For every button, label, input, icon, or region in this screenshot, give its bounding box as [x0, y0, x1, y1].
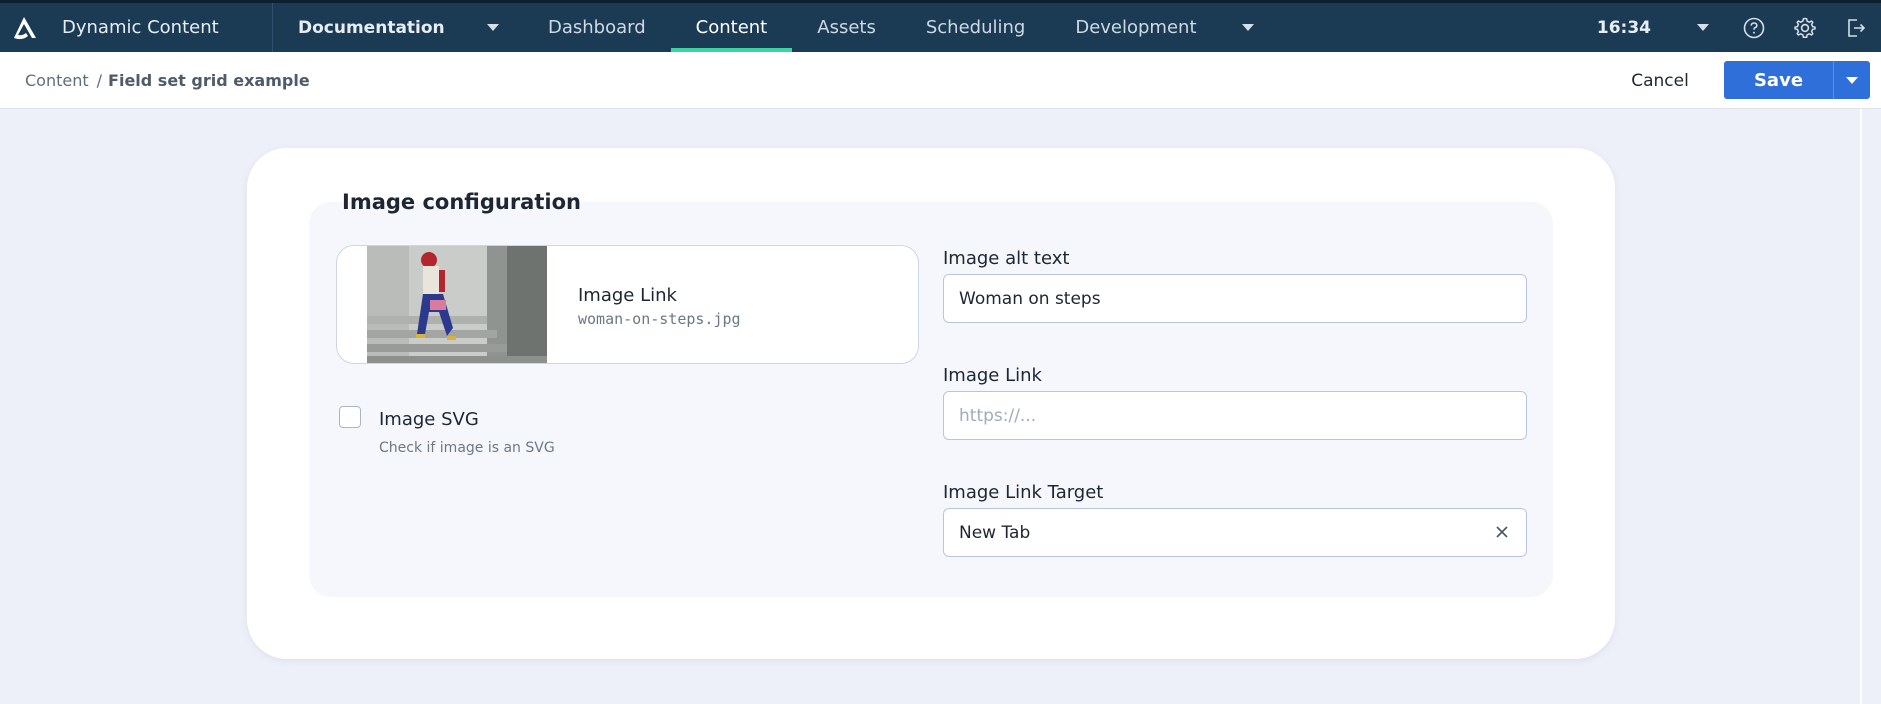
app-logo-icon[interactable]	[0, 3, 48, 52]
main-nav: Dashboard Content Assets Scheduling Deve…	[523, 3, 1254, 52]
cancel-button[interactable]: Cancel	[1617, 62, 1703, 99]
image-link-target-label: Image Link Target	[943, 482, 1104, 503]
clock-dropdown[interactable]	[1677, 3, 1728, 52]
content-action-bar: Content / Field set grid example Cancel …	[0, 52, 1881, 109]
image-media-card[interactable]: Image Link woman-on-steps.jpg	[336, 245, 919, 364]
media-title: Image Link	[578, 285, 677, 306]
nav-tab-development[interactable]: Development	[1050, 3, 1221, 52]
save-button[interactable]: Save	[1724, 61, 1833, 99]
gear-icon[interactable]	[1779, 3, 1830, 52]
logout-icon[interactable]	[1830, 3, 1881, 52]
fieldset-legend: Image configuration	[342, 190, 581, 214]
alt-text-label: Image alt text	[943, 248, 1070, 269]
clock: 16:34	[1596, 17, 1651, 38]
breadcrumb-separator: /	[96, 71, 103, 90]
alt-text-field: Image alt text Woman on steps	[943, 248, 1527, 323]
image-svg-help-text: Check if image is an SVG	[379, 440, 555, 456]
nav-tab-dashboard[interactable]: Dashboard	[523, 3, 671, 52]
close-icon[interactable]	[1492, 522, 1512, 542]
image-link-target-value: New Tab	[959, 522, 1031, 543]
chevron-down-icon	[1241, 24, 1254, 31]
help-icon[interactable]	[1728, 3, 1779, 52]
image-svg-label[interactable]: Image SVG	[379, 409, 479, 430]
chevron-down-icon	[1696, 24, 1709, 31]
save-options-button[interactable]	[1833, 61, 1870, 99]
media-filename: woman-on-steps.jpg	[578, 310, 741, 328]
breadcrumb-current: Field set grid example	[108, 71, 310, 90]
nav-more-dropdown[interactable]	[1222, 3, 1254, 52]
image-link-target-select[interactable]: New Tab	[943, 508, 1527, 557]
image-configuration-fieldset: Image configuration Image Link woman-on-…	[309, 190, 1553, 597]
image-link-target-field: Image Link Target New Tab	[943, 482, 1527, 557]
top-navigation: Dynamic Content Documentation Dashboard …	[0, 0, 1881, 52]
chevron-down-icon	[1846, 76, 1858, 84]
save-button-group: Save	[1724, 61, 1870, 99]
nav-tab-content[interactable]: Content	[670, 3, 793, 52]
image-link-input[interactable]: https://...	[943, 391, 1527, 440]
image-thumbnail	[367, 246, 547, 363]
image-svg-checkbox[interactable]	[339, 406, 361, 428]
image-link-label: Image Link	[943, 365, 1042, 386]
breadcrumb-root[interactable]: Content	[25, 71, 89, 90]
page-scrollbar[interactable]	[1860, 109, 1881, 704]
form-card: Image configuration Image Link woman-on-…	[247, 148, 1615, 659]
alt-text-input[interactable]: Woman on steps	[943, 274, 1527, 323]
hub-selector[interactable]: Documentation	[273, 3, 523, 52]
image-link-field: Image Link https://...	[943, 365, 1527, 440]
nav-tab-assets[interactable]: Assets	[792, 3, 901, 52]
chevron-down-icon	[487, 24, 499, 31]
nav-tab-scheduling[interactable]: Scheduling	[901, 3, 1050, 52]
hub-selector-label: Documentation	[298, 17, 445, 38]
app-title: Dynamic Content	[62, 17, 219, 38]
top-right-tools: 16:34	[1597, 3, 1881, 52]
breadcrumb: Content / Field set grid example	[25, 52, 310, 109]
